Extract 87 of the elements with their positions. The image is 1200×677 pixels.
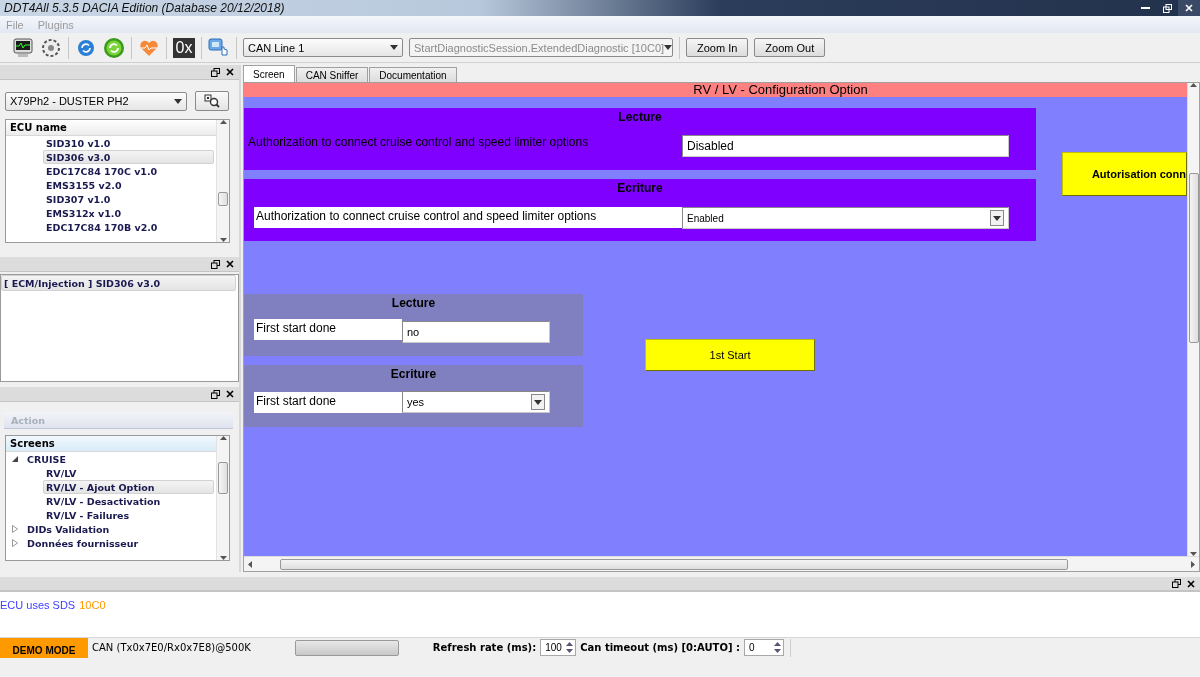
scroll-right-icon[interactable]	[1191, 560, 1195, 568]
caret-icon	[534, 399, 542, 405]
list-item[interactable]: [ ECM/Injection ] SID306 v3.0	[1, 275, 236, 291]
close-icon[interactable]	[1187, 579, 1195, 588]
hand-pointer-icon[interactable]	[208, 36, 230, 59]
timeout-spinbox[interactable]: 0	[744, 639, 784, 656]
log-text: ECU uses SDS	[0, 599, 76, 611]
list-item[interactable]: SID307 v1.0	[43, 192, 214, 206]
tab[interactable]: Screen	[243, 65, 295, 82]
column-header: Screens	[6, 436, 216, 452]
spin-arrows-icon[interactable]	[772, 640, 783, 655]
scroll-up-icon[interactable]	[1190, 83, 1197, 87]
restore-icon	[1162, 3, 1172, 13]
zoom-button[interactable]: Zoom In	[686, 38, 749, 57]
action-button[interactable]: Autorisation conn	[1062, 152, 1187, 196]
tree-item[interactable]: RV/LV	[43, 466, 214, 480]
list-item[interactable]: SID310 v1.0	[43, 136, 214, 150]
field-label: First start done	[254, 392, 402, 413]
list-item[interactable]: EMS3155 v2.0	[43, 178, 214, 192]
expand-icon[interactable]	[12, 539, 18, 547]
field-label: First start done	[254, 319, 402, 340]
tree-item[interactable]: Données fournisseur	[24, 536, 140, 550]
value-field: no	[402, 321, 550, 343]
value-field: Disabled	[682, 135, 1009, 157]
collapse-icon[interactable]	[12, 456, 18, 462]
scroll-left-icon[interactable]	[248, 560, 252, 568]
scroll-up-icon[interactable]	[219, 436, 227, 440]
panel-title: Ecriture	[389, 367, 438, 381]
close-icon[interactable]	[226, 390, 234, 398]
scroll-down-icon[interactable]	[219, 238, 227, 242]
field-label: Authorization to connect cruise control and speed limiter options	[254, 207, 682, 228]
scroll-down-icon[interactable]	[219, 556, 227, 560]
search-button[interactable]	[195, 91, 229, 111]
hex-button[interactable]: 0x	[173, 37, 195, 58]
spin-arrows-icon[interactable]	[564, 640, 576, 655]
tab[interactable]: Documentation	[369, 67, 457, 82]
monitor-icon[interactable]	[12, 36, 34, 59]
scroll-thumb[interactable]	[280, 559, 1068, 570]
list-item[interactable]: SID306 v3.0	[43, 150, 214, 164]
search-icon	[204, 94, 221, 108]
caret-icon	[174, 98, 183, 104]
tree-item[interactable]: RV/LV - Ajout Option	[43, 480, 214, 494]
tab[interactable]: CAN Sniffer	[295, 67, 369, 82]
can-status: CAN (Tx0x7E0/Rx0x7E8)@500K	[92, 642, 251, 653]
tree-item[interactable]: RV/LV - Desactivation	[43, 494, 214, 508]
value-dropdown[interactable]: yes	[402, 391, 550, 413]
panel-title: Lecture	[617, 110, 663, 124]
scroll-thumb[interactable]	[1189, 173, 1199, 343]
list-item[interactable]: EDC17C84 170C v1.0	[43, 164, 214, 178]
action-button[interactable]: 1st Start	[645, 339, 815, 371]
tree-item[interactable]: DIDs Validation	[24, 522, 111, 536]
caret-icon	[664, 45, 673, 50]
scroll-thumb[interactable]	[218, 462, 228, 494]
float-icon[interactable]	[211, 67, 220, 77]
vehicle-dropdown[interactable]: X79Ph2 - DUSTER PH2	[5, 91, 188, 111]
refresh-label: Refresh rate (ms):	[432, 642, 537, 653]
timeout-label: Can timeout (ms) [0:AUTO] :	[580, 642, 740, 653]
scroll-thumb[interactable]	[218, 192, 228, 206]
zoom-button[interactable]: Zoom Out	[754, 38, 826, 57]
close-icon[interactable]	[226, 68, 234, 76]
caret-icon	[993, 215, 1001, 221]
log-text: 10C0	[79, 599, 106, 611]
minimize-icon	[1140, 6, 1150, 10]
panel-title: Lecture	[390, 296, 437, 310]
window-title: DDT4All 5.3.5 DACIA Edition (Database 20/12/2018)	[4, 1, 285, 15]
screen-title: RV / LV - Configuration Option	[692, 83, 868, 97]
caret-icon	[390, 45, 398, 50]
panel-title: Ecriture	[616, 181, 664, 195]
column-header: ECU name	[6, 120, 216, 136]
value-dropdown[interactable]: Enabled	[682, 207, 1009, 229]
close-icon[interactable]	[226, 260, 234, 268]
scroll-up-icon[interactable]	[219, 120, 227, 124]
tree-item[interactable]: CRUISE	[24, 452, 67, 466]
can-line-dropdown[interactable]: CAN Line 1	[243, 38, 403, 57]
close-icon	[1185, 4, 1193, 12]
list-item[interactable]: EMS312x v1.0	[43, 206, 214, 220]
list-item[interactable]: EDC17C84 170B v2.0	[43, 220, 214, 234]
float-icon[interactable]	[211, 389, 220, 399]
tree-item[interactable]: RV/LV - Failures	[43, 508, 214, 522]
field-label: Authorization to connect cruise control and speed limiter options	[247, 134, 590, 151]
close-button[interactable]	[1178, 0, 1200, 16]
float-icon[interactable]	[211, 259, 220, 269]
sync-icon[interactable]	[103, 36, 125, 59]
mode-label: DEMO MODE	[0, 637, 88, 658]
refresh-spinbox[interactable]: 100	[540, 639, 577, 656]
float-icon[interactable]	[1172, 579, 1181, 588]
expand-icon[interactable]	[12, 525, 18, 533]
